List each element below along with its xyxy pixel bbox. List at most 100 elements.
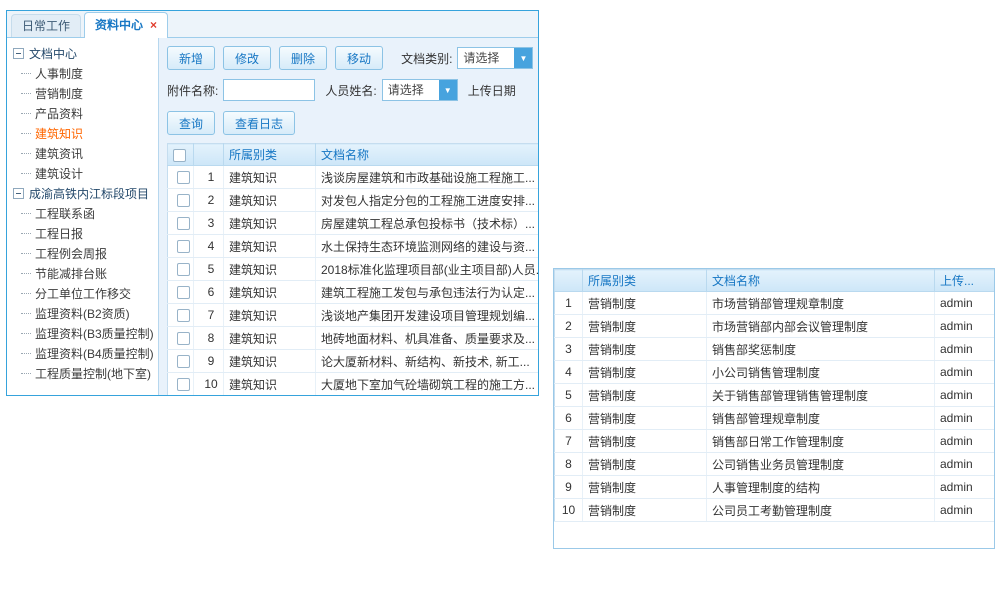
collapse-icon[interactable]	[13, 48, 24, 59]
tree-node[interactable]: 节能减排台账	[13, 263, 156, 283]
main-content: 新增 修改 删除 移动 文档类别: 请选择 ▼ 文档名称: 附件名称: 人员姓名…	[159, 38, 538, 395]
chevron-down-icon[interactable]: ▼	[439, 80, 457, 100]
tree-node[interactable]: 人事制度	[13, 63, 156, 83]
row-category: 营销制度	[583, 476, 707, 499]
row-doc-name: 市场营销部管理规章制度	[707, 292, 935, 315]
row-checkbox[interactable]	[177, 263, 190, 276]
row-checkbox[interactable]	[177, 171, 190, 184]
row-uploader: admin	[935, 453, 995, 476]
edit-button[interactable]: 修改	[223, 46, 271, 70]
tree-branch-line	[21, 113, 31, 114]
table-row[interactable]: 8 建筑知识 地砖地面材料、机具准备、质量要求及...	[168, 327, 539, 350]
toolbar-row-3: 查询 查看日志	[167, 111, 538, 135]
tree-node[interactable]: 监理资料(B2资质)	[13, 303, 156, 323]
attachment-name-input[interactable]	[223, 79, 315, 101]
row-category: 营销制度	[583, 361, 707, 384]
tree-node[interactable]: 工程例会周报	[13, 243, 156, 263]
table-row[interactable]: 5 营销制度 关于销售部管理销售管理制度 admin	[555, 384, 995, 407]
tree-branch-line	[21, 213, 31, 214]
tree-node-document-center[interactable]: 文档中心	[13, 43, 156, 63]
table-row[interactable]: 9 建筑知识 论大厦新材料、新结构、新技术, 新工...	[168, 350, 539, 373]
row-checkbox[interactable]	[177, 355, 190, 368]
row-checkbox-cell	[168, 166, 194, 189]
query-button[interactable]: 查询	[167, 111, 215, 135]
header-category: 所属别类	[583, 270, 707, 292]
table-row[interactable]: 7 建筑知识 浅谈地产集团开发建设项目管理规划编...	[168, 304, 539, 327]
row-checkbox-cell	[168, 235, 194, 258]
tab-data-center[interactable]: 资料中心×	[84, 12, 168, 38]
row-checkbox[interactable]	[177, 309, 190, 322]
table-row[interactable]: 6 建筑知识 建筑工程施工发包与承包违法行为认定...	[168, 281, 539, 304]
table-row[interactable]: 6 营销制度 销售部管理规章制度 admin	[555, 407, 995, 430]
view-log-button[interactable]: 查看日志	[223, 111, 295, 135]
table-row[interactable]: 8 营销制度 公司销售业务员管理制度 admin	[555, 453, 995, 476]
table-row[interactable]: 5 建筑知识 2018标准化监理项目部(业主项目部)人员...	[168, 258, 539, 281]
row-category: 营销制度	[583, 430, 707, 453]
tree-node[interactable]: 工程联系函	[13, 203, 156, 223]
row-doc-name: 销售部日常工作管理制度	[707, 430, 935, 453]
table-row[interactable]: 2 建筑知识 对发包人指定分包的工程施工进度安排...	[168, 189, 539, 212]
table-row[interactable]: 9 营销制度 人事管理制度的结构 admin	[555, 476, 995, 499]
table-row[interactable]: 10 建筑知识 大厦地下室加气砼墙砌筑工程的施工方...	[168, 373, 539, 396]
row-checkbox[interactable]	[177, 332, 190, 345]
row-uploader: admin	[935, 407, 995, 430]
add-button[interactable]: 新增	[167, 46, 215, 70]
row-uploader: admin	[935, 384, 995, 407]
select-all-checkbox[interactable]	[173, 149, 186, 162]
table-row[interactable]: 10 营销制度 公司员工考勤管理制度 admin	[555, 499, 995, 522]
row-doc-name: 市场营销部内部会议管理制度	[707, 315, 935, 338]
row-doc-name: 人事管理制度的结构	[707, 476, 935, 499]
row-category: 建筑知识	[224, 212, 316, 235]
tree-node-chengyu-project[interactable]: 成渝高铁内江标段项目	[13, 183, 156, 203]
row-uploader: admin	[935, 361, 995, 384]
header-index	[555, 270, 583, 292]
document-center-window: 日常工作 资料中心× 文档中心 人事制度 营销制度 产品资料 建筑知识 建筑资讯…	[6, 10, 539, 396]
marketing-table-body: 1 营销制度 市场营销部管理规章制度 admin 2 营销制度 市场营销部内部会…	[555, 292, 995, 522]
tree-node[interactable]: 产品资料	[13, 103, 156, 123]
header-doc-name: 文档名称	[707, 270, 935, 292]
tree-node[interactable]: 工程日报	[13, 223, 156, 243]
doc-category-select[interactable]: 请选择 ▼	[457, 47, 533, 69]
tree-node[interactable]: 建筑设计	[13, 163, 156, 183]
tree-node[interactable]: 分工单位工作移交	[13, 283, 156, 303]
row-checkbox[interactable]	[177, 194, 190, 207]
table-row[interactable]: 1 营销制度 市场营销部管理规章制度 admin	[555, 292, 995, 315]
table-row[interactable]: 4 建筑知识 水土保持生态环境监测网络的建设与资...	[168, 235, 539, 258]
documents-table: 所属别类 文档名称 1 建筑知识 浅谈房屋建筑和市政基础设施工程施工... 2 …	[167, 143, 538, 395]
header-category: 所属别类	[224, 144, 316, 166]
header-index	[194, 144, 224, 166]
sidebar-tree: 文档中心 人事制度 营销制度 产品资料 建筑知识 建筑资讯 建筑设计 成渝高铁内…	[7, 38, 159, 395]
row-category: 营销制度	[583, 315, 707, 338]
table-row[interactable]: 1 建筑知识 浅谈房屋建筑和市政基础设施工程施工...	[168, 166, 539, 189]
row-category: 建筑知识	[224, 189, 316, 212]
table-row[interactable]: 4 营销制度 小公司销售管理制度 admin	[555, 361, 995, 384]
row-checkbox[interactable]	[177, 378, 190, 391]
row-category: 建筑知识	[224, 327, 316, 350]
documents-table-body: 1 建筑知识 浅谈房屋建筑和市政基础设施工程施工... 2 建筑知识 对发包人指…	[168, 166, 539, 396]
tree-node[interactable]: 监理资料(B4质量控制)	[13, 343, 156, 363]
table-row[interactable]: 7 营销制度 销售部日常工作管理制度 admin	[555, 430, 995, 453]
tree-branch-line	[21, 333, 31, 334]
row-checkbox[interactable]	[177, 217, 190, 230]
row-checkbox[interactable]	[177, 240, 190, 253]
tree-node[interactable]: 工程质量控制(地下室)	[13, 363, 156, 383]
table-row[interactable]: 3 建筑知识 房屋建筑工程总承包投标书（技术标）...	[168, 212, 539, 235]
tree-node[interactable]: 营销制度	[13, 83, 156, 103]
tree-node[interactable]: 监理资料(B3质量控制)	[13, 323, 156, 343]
tree-branch-line	[21, 373, 31, 374]
tab-daily-work[interactable]: 日常工作	[11, 14, 81, 37]
delete-button[interactable]: 删除	[279, 46, 327, 70]
move-button[interactable]: 移动	[335, 46, 383, 70]
table-row[interactable]: 3 营销制度 销售部奖惩制度 admin	[555, 338, 995, 361]
row-index: 9	[555, 476, 583, 499]
row-checkbox[interactable]	[177, 286, 190, 299]
tree-node-selected[interactable]: 建筑知识	[13, 123, 156, 143]
collapse-icon[interactable]	[13, 188, 24, 199]
table-row[interactable]: 2 营销制度 市场营销部内部会议管理制度 admin	[555, 315, 995, 338]
row-index: 10	[194, 373, 224, 396]
chevron-down-icon[interactable]: ▼	[514, 48, 532, 68]
row-category: 建筑知识	[224, 281, 316, 304]
person-name-select[interactable]: 请选择 ▼	[382, 79, 458, 101]
close-icon[interactable]: ×	[150, 18, 157, 32]
tree-node[interactable]: 建筑资讯	[13, 143, 156, 163]
